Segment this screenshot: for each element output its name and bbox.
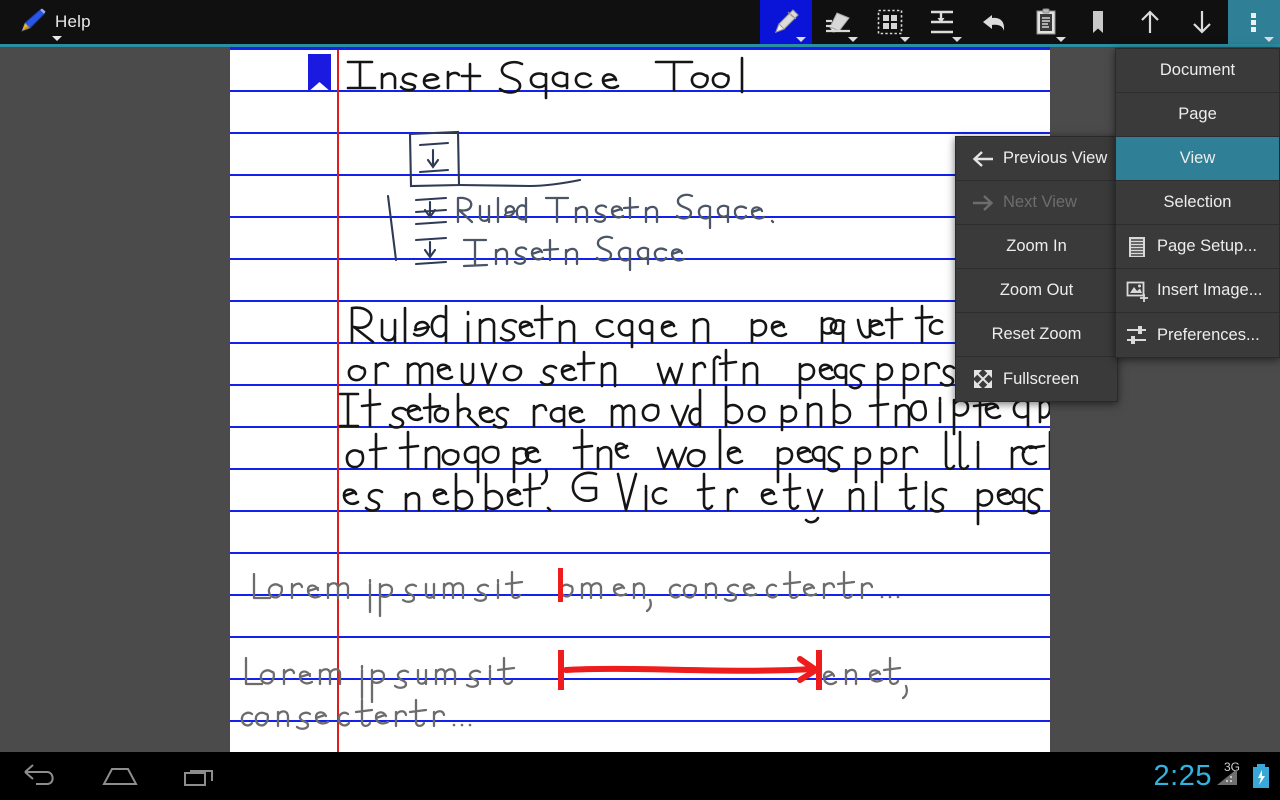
menu-item-label: Page Setup...: [1157, 237, 1257, 255]
note-page[interactable]: | amet, -->: [230, 50, 1050, 752]
clipboard-button[interactable]: [1020, 0, 1072, 44]
battery-icon: [1250, 752, 1272, 800]
overflow-menu-button[interactable]: [1228, 0, 1280, 44]
menu-item-document[interactable]: Document: [1116, 49, 1279, 93]
menu-item-label: Zoom In: [1006, 237, 1067, 255]
menu-item-insert-image[interactable]: Insert Image...: [1116, 269, 1279, 313]
menu-item-view[interactable]: View: [1116, 137, 1279, 181]
menu-item-label: Page: [1178, 105, 1217, 123]
menu-item-zoom-in[interactable]: Zoom In: [956, 225, 1117, 269]
arrow-right-icon: [970, 190, 996, 216]
chevron-down-icon: [52, 36, 62, 41]
app-root: Help Previous View Next View Zoom In Zoo…: [0, 0, 1280, 800]
page-setup-icon: [1124, 234, 1150, 260]
handwriting-ink-layer: | amet, -->: [240, 56, 1050, 730]
pen-tool-button[interactable]: [760, 0, 812, 44]
chevron-down-icon: [1056, 37, 1066, 42]
help-menu-button[interactable]: Help: [8, 0, 97, 44]
system-navigation-bar: 2:25 3G: [0, 752, 1280, 800]
menu-item-next-view[interactable]: Next View: [956, 181, 1117, 225]
page-up-button[interactable]: [1124, 0, 1176, 44]
system-clock: 2:25: [1153, 759, 1212, 792]
bookmark-button[interactable]: [1072, 0, 1124, 44]
menu-item-label: Previous View: [1003, 149, 1108, 167]
home-icon[interactable]: [80, 752, 160, 800]
insert-image-icon: [1124, 278, 1150, 304]
menu-item-reset-zoom[interactable]: Reset Zoom: [956, 313, 1117, 357]
menu-item-label: Next View: [1003, 193, 1077, 211]
insert-caret-bar: [558, 568, 563, 602]
insert-space-tool-button[interactable]: [916, 0, 968, 44]
eraser-tool-button[interactable]: [812, 0, 864, 44]
chevron-down-icon: [1264, 37, 1274, 42]
overflow-menu-panel[interactable]: Document Page View Selection Page Setup.…: [1115, 48, 1280, 358]
menu-item-label: Selection: [1163, 193, 1232, 211]
chevron-down-icon: [952, 37, 962, 42]
chevron-down-icon: [848, 37, 858, 42]
tool-button-group: [760, 0, 1280, 44]
menu-item-label: Document: [1159, 61, 1236, 79]
menu-item-page[interactable]: Page: [1116, 93, 1279, 137]
insert-space-drag-indicator: [558, 650, 822, 690]
menu-item-page-setup[interactable]: Page Setup...: [1116, 225, 1279, 269]
menu-item-label: Fullscreen: [1003, 369, 1080, 388]
menu-item-selection[interactable]: Selection: [1116, 181, 1279, 225]
pencil-icon: [14, 5, 48, 39]
page-down-button[interactable]: [1176, 0, 1228, 44]
signal-strength-icon: [1214, 752, 1240, 800]
recents-icon[interactable]: [160, 752, 240, 800]
menu-item-previous-view[interactable]: Previous View: [956, 137, 1117, 181]
fullscreen-icon: [970, 366, 996, 392]
chevron-down-icon: [900, 37, 910, 42]
menu-item-label: Preferences...: [1157, 325, 1260, 344]
menu-item-label: Zoom Out: [999, 281, 1074, 299]
preferences-icon: [1124, 322, 1150, 348]
menu-item-label: Reset Zoom: [991, 325, 1082, 343]
menu-item-preferences[interactable]: Preferences...: [1116, 313, 1279, 357]
chevron-down-icon: [796, 37, 806, 42]
menu-item-zoom-out[interactable]: Zoom Out: [956, 269, 1117, 313]
menu-item-label: View: [1179, 149, 1216, 167]
app-toolbar: Help: [0, 0, 1280, 44]
back-icon[interactable]: [0, 752, 80, 800]
help-label: Help: [55, 12, 91, 31]
view-submenu[interactable]: Previous View Next View Zoom In Zoom Out…: [955, 136, 1118, 402]
menu-item-label: Insert Image...: [1157, 281, 1263, 299]
arrow-left-icon: [970, 146, 996, 172]
undo-button[interactable]: [968, 0, 1020, 44]
selection-tool-button[interactable]: [864, 0, 916, 44]
menu-item-fullscreen[interactable]: Fullscreen: [956, 357, 1117, 401]
